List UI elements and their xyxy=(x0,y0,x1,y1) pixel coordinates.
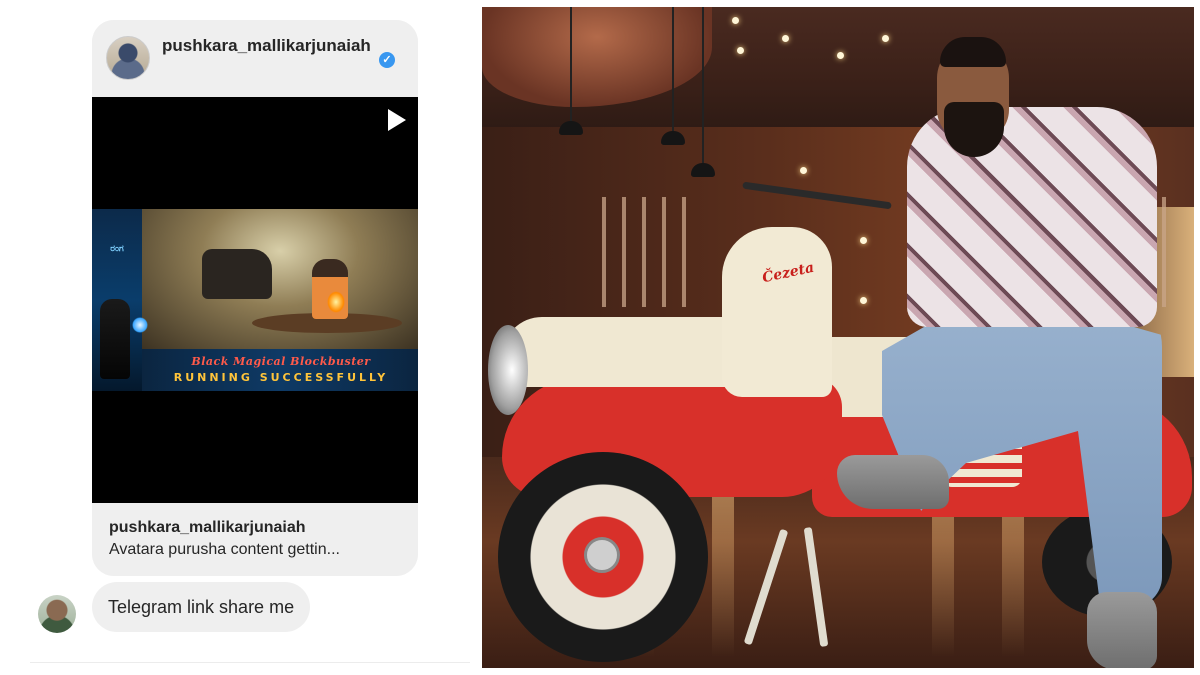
pendant-cord xyxy=(672,7,674,135)
post-author-avatar[interactable] xyxy=(106,36,150,80)
message-row: Telegram link share me xyxy=(0,580,478,640)
post-footer[interactable]: pushkara_mallikarjunaiah Avatara purusha… xyxy=(92,503,418,576)
pendant-cord xyxy=(570,7,572,125)
man-shirt xyxy=(907,107,1157,327)
man-shoe xyxy=(1087,592,1157,668)
wall-light xyxy=(800,167,807,174)
wall-slat xyxy=(662,197,666,307)
wall-slat xyxy=(622,197,626,307)
scooter-front-cream xyxy=(502,317,752,387)
pendant-lamp xyxy=(559,121,583,135)
banner-poster: ರಂಗ xyxy=(92,209,142,391)
ceiling-light xyxy=(837,52,844,59)
sender-avatar[interactable] xyxy=(38,595,76,633)
poster-logo: ರಂಗ xyxy=(110,243,124,253)
wall-slat xyxy=(682,197,686,307)
scooter-wheel-hub xyxy=(584,537,620,573)
divider xyxy=(30,662,470,663)
pendant-cord xyxy=(702,7,704,167)
wall-slat xyxy=(1162,197,1166,307)
banner-headline: Black Magical Blockbuster xyxy=(191,355,371,368)
post-author-username[interactable]: pushkara_mallikarjunaiah xyxy=(162,34,392,57)
ceiling-light xyxy=(882,35,889,42)
post-header[interactable]: pushkara_mallikarjunaiah ✓ xyxy=(92,20,418,97)
banner-scene xyxy=(142,209,418,349)
pendant-lamp xyxy=(691,163,715,177)
post-video[interactable]: ರಂಗ Black Magical Blockbuster RUNNING SU… xyxy=(92,97,418,503)
wall-slat xyxy=(642,197,646,307)
wall-slat xyxy=(602,197,606,307)
poster-figure xyxy=(100,299,130,379)
scooter-neck xyxy=(722,227,832,397)
verified-badge-icon: ✓ xyxy=(379,52,395,68)
play-icon[interactable] xyxy=(388,109,406,131)
scooter-photo: Čezeta xyxy=(482,7,1194,668)
scooter-headlight xyxy=(488,325,528,415)
post-footer-username: pushkara_mallikarjunaiah xyxy=(109,519,306,536)
man-shoe xyxy=(837,455,949,509)
magic-orb xyxy=(132,317,148,333)
dm-thread: pushkara_mallikarjunaiah ✓ ರಂಗ Black Mag… xyxy=(0,0,478,675)
scene-fire xyxy=(327,291,345,313)
wall-light xyxy=(860,237,867,244)
ceiling-light xyxy=(737,47,744,54)
ceiling-light xyxy=(732,17,739,24)
scene-cow xyxy=(202,249,272,299)
post-caption: Avatara purusha content gettin... xyxy=(109,541,340,558)
wall-light xyxy=(860,297,867,304)
pendant-lamp xyxy=(661,131,685,145)
banner-subheadline: RUNNING SUCCESSFULLY xyxy=(173,371,389,384)
ceiling-light xyxy=(782,35,789,42)
man-hair xyxy=(940,37,1006,67)
movie-banner-image: ರಂಗ Black Magical Blockbuster RUNNING SU… xyxy=(92,209,418,391)
message-bubble[interactable]: Telegram link share me xyxy=(92,582,311,632)
floor-reflection xyxy=(712,487,734,657)
shared-post-card[interactable]: pushkara_mallikarjunaiah ✓ ರಂಗ Black Mag… xyxy=(92,20,418,576)
